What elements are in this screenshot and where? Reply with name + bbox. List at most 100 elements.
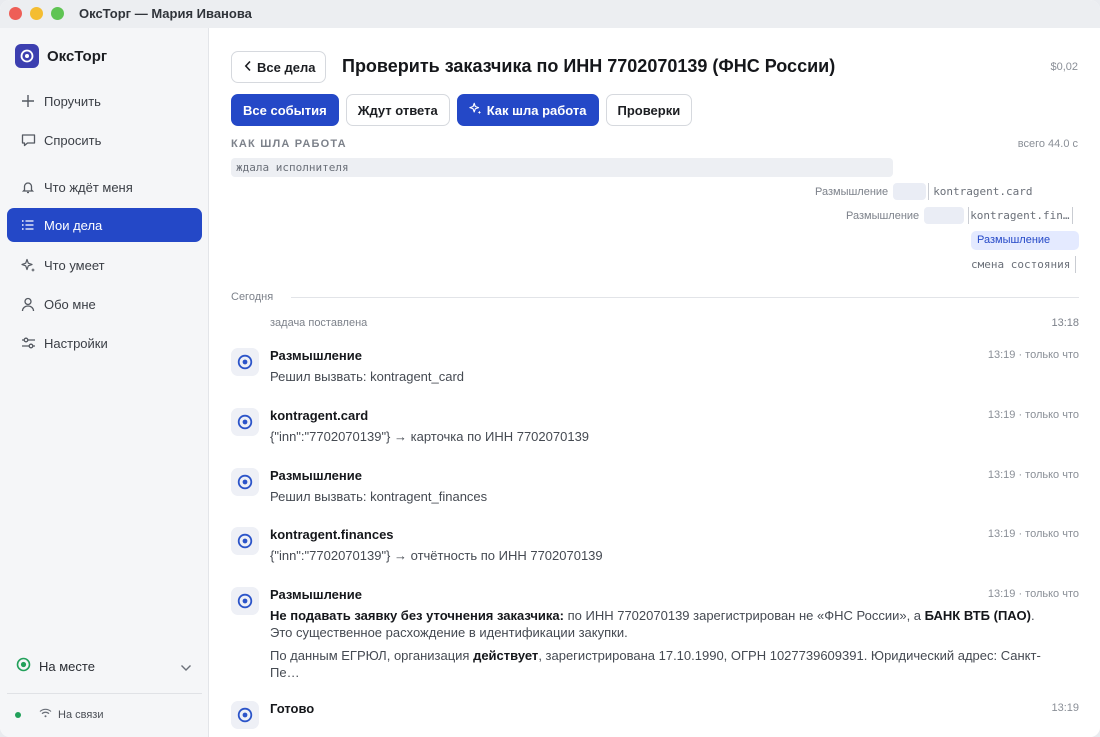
tab-label: Все события [243,102,327,118]
target-icon [231,587,259,615]
target-icon [231,701,259,729]
gantt-row: смена состояния [971,255,1077,274]
gantt-tick [968,207,970,224]
tab-label: Проверки [617,102,681,118]
presence-label: На месте [39,658,95,674]
connection-status: На связи [15,708,103,721]
event-body: Не подавать заявку без уточнения заказчи… [270,607,1060,681]
page-title: Проверить заказчика по ИНН 7702070139 (Ф… [342,56,836,76]
emphasis-text: БАНК ВТБ (ПАО) [924,608,1031,623]
back-button-label: Все дела [257,59,316,75]
connection-label: На связи [58,708,104,721]
sidebar-item-label: Обо мне [44,296,96,312]
event-title: Размышление [270,468,362,483]
event-time: 13:19 [1051,702,1079,714]
day-label: Сегодня [231,291,274,303]
brand: ОксТорг [15,44,107,68]
sidebar: ОксТорг Поручить Спросить Что ждёт меня … [0,28,209,737]
task-set-label: задача поставлена [270,317,368,329]
sidebar-item-label: Мои дела [44,217,103,233]
task-cost: $0,02 [1050,61,1078,73]
sidebar-item-label: Поручить [44,93,101,109]
presence-icon [16,657,31,675]
tab-checks[interactable]: Проверки [605,94,693,126]
event-item[interactable]: Готово 13:19 [231,701,1079,737]
event-body: Решил вызвать: kontragent_finances [270,489,488,504]
brand-logo-icon [15,44,39,68]
gantt-row: Размышление [971,231,1079,250]
body-text: По данным ЕГРЮЛ, организация [270,648,474,663]
gantt-tick [928,183,930,200]
event-title: Размышление [270,348,362,363]
target-icon [231,408,259,436]
plus-icon [20,93,36,109]
gantt-row-label: Размышление [846,209,920,222]
gantt-block [893,183,927,200]
list-icon [20,217,36,233]
target-icon [231,348,259,376]
bell-icon [20,179,36,195]
tab-how-work-went[interactable]: Как шла работа [456,94,599,126]
sidebar-item-awaiting[interactable]: Что ждёт меня [7,170,202,204]
sidebar-item-delegate[interactable]: Поручить [7,84,202,118]
tab-label: Ждут ответа [357,102,438,118]
event-title: kontragent.finances [270,527,394,542]
event-item[interactable]: kontragent.finances 13:19 · только что {… [231,527,1079,567]
gantt-bar-waiting: ждала исполнителя [231,158,893,177]
chevron-down-icon [180,660,192,675]
event-paragraph: Не подавать заявку без уточнения заказчи… [270,607,1060,641]
sliders-icon [20,335,36,351]
sidebar-item-label: Настройки [44,335,108,351]
gantt-row: Размышление kontragent.fin… [846,206,1073,225]
emphasis-text: Не подавать заявку без уточнения заказчи… [270,608,564,623]
day-divider [291,297,1079,298]
event-body: {"inn":"7702070139"} → карточка по ИНН 7… [270,429,590,444]
sidebar-item-settings[interactable]: Настройки [7,326,202,360]
chevron-left-icon [244,60,252,75]
gantt-block [924,207,965,224]
event-time: 13:19 · только что [987,588,1079,600]
sidebar-item-about[interactable]: Обо мне [7,287,202,321]
wifi-icon [39,708,52,721]
online-dot-icon [15,711,21,718]
tab-all-events[interactable]: Все события [231,94,339,126]
gantt-bar-label: ждала исполнителя [236,161,349,174]
back-button[interactable]: Все дела [231,51,327,83]
window-title: ОксТорг — Мария Иванова [79,6,252,21]
gantt-row: Размышление kontragent.card [815,182,1033,201]
sidebar-item-capabilities[interactable]: Что умеет [7,248,202,282]
presence-status-select[interactable]: На месте [7,648,202,684]
sidebar-item-ask[interactable]: Спросить [7,123,202,157]
app-window: ОксТорг — Мария Иванова ОксТорг Поручить… [0,0,1100,737]
sparkle-icon [469,102,482,118]
gantt-row-label: Размышление [815,185,889,198]
sidebar-item-label: Что ждёт меня [44,179,133,195]
gantt-tick [1075,256,1077,273]
event-title: kontragent.card [270,408,369,423]
event-time: 13:19 · только что [987,528,1079,540]
target-icon [231,468,259,496]
sidebar-item-label: Спросить [44,132,102,148]
event-title: Размышление [270,587,362,602]
sparkle-icon [20,257,36,273]
tab-awaiting-reply[interactable]: Ждут ответа [345,94,450,126]
minimize-window-button[interactable] [30,7,43,20]
chat-icon [20,132,36,148]
event-item[interactable]: Размышление 13:19 · только что Не подава… [231,587,1079,683]
gantt-tool: kontragent.fin… [970,209,1070,222]
event-item[interactable]: Размышление 13:19 · только что Решил выз… [231,468,1079,508]
close-window-button[interactable] [9,7,22,20]
event-time: 13:19 · только что [987,349,1079,361]
body-text: по ИНН 7702070139 зарегистрирован не «ФН… [564,608,925,623]
main-content: Все дела Проверить заказчика по ИНН 7702… [210,28,1100,737]
event-time: 13:19 · только что [987,409,1079,421]
timeline-total: всего 44.0 с [1017,138,1078,150]
gantt-tick [1071,207,1073,224]
gantt-state-label: смена состояния [971,258,1071,271]
sidebar-item-label: Что умеет [44,257,105,273]
sidebar-item-my-tasks[interactable]: Мои дела [7,208,202,242]
gantt-think-block: Размышление [971,231,1079,250]
event-item[interactable]: Размышление 13:19 · только что Решил выз… [231,348,1079,388]
maximize-window-button[interactable] [51,7,64,20]
event-item[interactable]: kontragent.card 13:19 · только что {"inn… [231,408,1079,448]
